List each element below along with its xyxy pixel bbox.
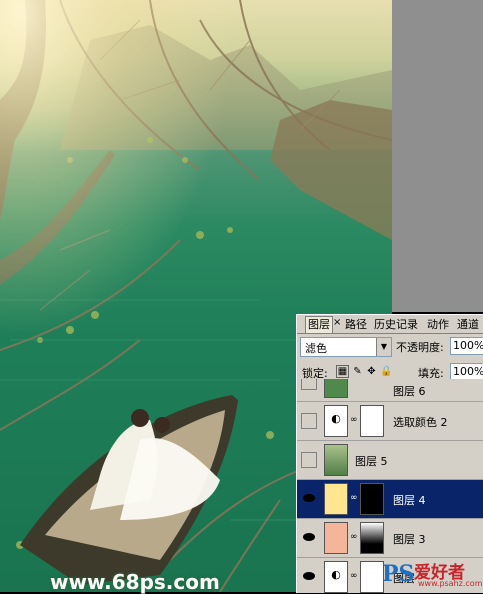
opacity-input[interactable]: 100%: [450, 337, 483, 355]
layer-row[interactable]: 图层 6: [297, 379, 483, 402]
close-icon[interactable]: ×: [333, 317, 341, 328]
tab-actions[interactable]: 动作: [427, 317, 449, 333]
visibility-toggle[interactable]: [301, 379, 317, 390]
link-icon: ∞: [350, 571, 358, 581]
eye-icon[interactable]: [301, 530, 315, 544]
panel-tabs: 图层 × 路径 历史记录 动作 通道: [297, 315, 483, 334]
tab-layers[interactable]: 图层: [305, 316, 333, 333]
workspace-background: [392, 0, 483, 312]
layer-thumbnail: [324, 379, 348, 398]
eye-icon[interactable]: [301, 569, 315, 583]
lock-transparency-icon[interactable]: ▦: [336, 365, 349, 378]
blend-mode-select[interactable]: 滤色 ▼: [300, 337, 392, 357]
lock-pixels-icon[interactable]: ✎: [352, 366, 363, 377]
layer-mask-thumbnail: [360, 522, 384, 554]
link-icon: ∞: [350, 532, 358, 542]
layer-mask-thumbnail: [360, 483, 384, 515]
tab-channels[interactable]: 通道: [457, 317, 479, 333]
layer-thumbnail: [324, 522, 348, 554]
lock-options: ▦ ✎ ✥ 🔒: [336, 364, 394, 378]
tab-paths[interactable]: 路径: [345, 317, 367, 333]
layers-panel: 图层 × 路径 历史记录 动作 通道 滤色 ▼ 不透明度: 100% 锁定: ▦…: [296, 314, 483, 593]
ps-logo-text: PS: [382, 561, 415, 587]
layer-mask-thumbnail: [360, 405, 384, 437]
eye-icon[interactable]: [301, 491, 315, 505]
visibility-toggle[interactable]: [301, 452, 317, 468]
layer-row-selected[interactable]: ∞ 图层 4: [297, 480, 483, 519]
opacity-label: 不透明度:: [396, 341, 444, 354]
layer-row[interactable]: 图层 5: [297, 441, 483, 480]
watermark-site: www.psahz.com: [418, 579, 483, 588]
link-icon: ∞: [350, 493, 358, 503]
adjustment-icon: ◐: [324, 405, 348, 437]
layer-row[interactable]: ◐ ∞ 选取颜色 2: [297, 402, 483, 441]
lock-position-icon[interactable]: ✥: [366, 366, 377, 377]
layer-name: 图层 6: [393, 385, 426, 398]
lock-all-icon[interactable]: 🔒: [380, 366, 392, 377]
visibility-toggle[interactable]: [301, 413, 317, 429]
chevron-down-icon: ▼: [376, 338, 391, 356]
layer-name: 图层 4: [393, 494, 426, 507]
watermark-logo: PS 爱好者 www.psahz.com: [378, 555, 483, 592]
tab-history[interactable]: 历史记录: [374, 317, 418, 333]
layer-row[interactable]: ∞ 图层 3: [297, 519, 483, 558]
layer-name: 图层 5: [355, 455, 388, 468]
layer-name: 图层 3: [393, 533, 426, 546]
adjustment-icon: ◐: [324, 561, 348, 593]
watermark-url: www.68ps.com: [50, 570, 220, 594]
layer-name: 选取颜色 2: [393, 416, 448, 429]
layer-thumbnail: [324, 483, 348, 515]
layer-thumbnail: [324, 444, 348, 476]
blend-mode-value: 滤色: [305, 342, 327, 355]
link-icon: ∞: [350, 415, 358, 425]
